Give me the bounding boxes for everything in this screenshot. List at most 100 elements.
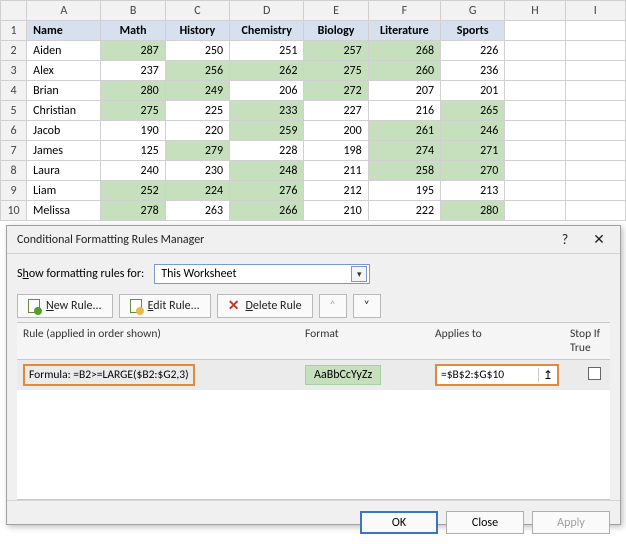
cell[interactable] xyxy=(505,181,565,201)
cell[interactable]: 210 xyxy=(304,201,368,221)
close-icon[interactable]: ✕ xyxy=(582,226,616,253)
cell[interactable]: Name xyxy=(27,21,101,41)
cell[interactable]: Math xyxy=(101,21,165,41)
cell[interactable]: Liam xyxy=(27,181,101,201)
apply-button[interactable]: Apply xyxy=(532,511,610,534)
cell[interactable]: Laura xyxy=(27,161,101,181)
cell[interactable] xyxy=(565,101,625,121)
cell[interactable]: 233 xyxy=(230,101,304,121)
cell[interactable]: 260 xyxy=(368,61,440,81)
cell[interactable] xyxy=(505,101,565,121)
move-up-button[interactable]: ˄ xyxy=(319,294,347,318)
cell[interactable]: 216 xyxy=(368,101,440,121)
col-E[interactable]: E xyxy=(304,1,368,21)
cell[interactable] xyxy=(565,181,625,201)
cell[interactable]: 246 xyxy=(441,121,505,141)
col-C[interactable]: C xyxy=(165,1,229,21)
row-header[interactable]: 9 xyxy=(1,181,27,201)
cell[interactable]: 272 xyxy=(304,81,368,101)
move-down-button[interactable]: ˅ xyxy=(353,294,381,318)
cell[interactable]: 270 xyxy=(441,161,505,181)
select-all-corner[interactable] xyxy=(1,1,27,21)
cell[interactable] xyxy=(505,41,565,61)
close-button[interactable]: Close xyxy=(446,511,524,534)
cell[interactable]: 226 xyxy=(441,41,505,61)
cell[interactable]: 279 xyxy=(165,141,229,161)
cell[interactable]: 125 xyxy=(101,141,165,161)
cell[interactable] xyxy=(565,161,625,181)
cell[interactable] xyxy=(505,161,565,181)
cell[interactable]: 225 xyxy=(165,101,229,121)
cell[interactable]: 274 xyxy=(368,141,440,161)
cell[interactable]: 227 xyxy=(304,101,368,121)
delete-rule-button[interactable]: ✕ Delete Rule xyxy=(217,294,313,318)
cell[interactable]: 278 xyxy=(101,201,165,221)
cell[interactable]: Christian xyxy=(27,101,101,121)
cell[interactable] xyxy=(565,201,625,221)
cell[interactable]: 256 xyxy=(165,61,229,81)
cell[interactable]: 266 xyxy=(230,201,304,221)
cell[interactable]: 240 xyxy=(101,161,165,181)
cell[interactable]: 190 xyxy=(101,121,165,141)
row-header[interactable]: 7 xyxy=(1,141,27,161)
cell[interactable] xyxy=(505,141,565,161)
edit-rule-button[interactable]: Edit Rule... xyxy=(119,294,211,318)
cell[interactable]: 280 xyxy=(441,201,505,221)
scope-select[interactable]: This Worksheet ▾ xyxy=(154,264,370,284)
cell[interactable]: 211 xyxy=(304,161,368,181)
cell[interactable]: Alex xyxy=(27,61,101,81)
col-D[interactable]: D xyxy=(230,1,304,21)
range-picker-icon[interactable]: ↥ xyxy=(539,368,557,383)
row-header[interactable]: 3 xyxy=(1,61,27,81)
row-header[interactable]: 2 xyxy=(1,41,27,61)
cell[interactable]: 287 xyxy=(101,41,165,61)
cell[interactable]: 248 xyxy=(230,161,304,181)
cell[interactable]: 265 xyxy=(441,101,505,121)
col-A[interactable]: A xyxy=(27,1,101,21)
cell[interactable]: 276 xyxy=(230,181,304,201)
cell[interactable]: 268 xyxy=(368,41,440,61)
cell[interactable]: James xyxy=(27,141,101,161)
cell[interactable]: 258 xyxy=(368,161,440,181)
cell[interactable]: Aiden xyxy=(27,41,101,61)
cell[interactable]: 220 xyxy=(165,121,229,141)
cell[interactable] xyxy=(565,41,625,61)
cell[interactable]: Jacob xyxy=(27,121,101,141)
help-button[interactable]: ? xyxy=(548,226,582,253)
stop-if-true-checkbox[interactable] xyxy=(588,367,601,380)
cell[interactable] xyxy=(565,61,625,81)
cell[interactable] xyxy=(505,61,565,81)
cell[interactable]: 251 xyxy=(230,41,304,61)
cell[interactable]: 230 xyxy=(165,161,229,181)
col-F[interactable]: F xyxy=(368,1,440,21)
cell[interactable] xyxy=(565,141,625,161)
cell[interactable]: 275 xyxy=(101,101,165,121)
cell[interactable]: Sports xyxy=(441,21,505,41)
col-I[interactable]: I xyxy=(565,1,625,21)
cell[interactable] xyxy=(565,121,625,141)
cell[interactable]: 224 xyxy=(165,181,229,201)
cell[interactable]: Melissa xyxy=(27,201,101,221)
cell[interactable]: 198 xyxy=(304,141,368,161)
row-header[interactable]: 6 xyxy=(1,121,27,141)
cell[interactable]: 195 xyxy=(368,181,440,201)
cell[interactable]: 250 xyxy=(165,41,229,61)
cell[interactable]: 262 xyxy=(230,61,304,81)
cell[interactable]: 236 xyxy=(441,61,505,81)
cell[interactable]: 201 xyxy=(441,81,505,101)
cell[interactable]: 259 xyxy=(230,121,304,141)
cell[interactable]: Brian xyxy=(27,81,101,101)
applies-to-input[interactable]: =$B$2:$G$10 ↥ xyxy=(435,364,559,386)
cell[interactable]: Biology xyxy=(304,21,368,41)
ok-button[interactable]: OK xyxy=(360,511,438,534)
cell[interactable]: 207 xyxy=(368,81,440,101)
new-rule-button[interactable]: New Rule... xyxy=(17,294,113,318)
col-G[interactable]: G xyxy=(441,1,505,21)
cell[interactable]: 271 xyxy=(441,141,505,161)
row-header[interactable]: 5 xyxy=(1,101,27,121)
cell[interactable]: 200 xyxy=(304,121,368,141)
cell[interactable] xyxy=(505,21,565,41)
cell[interactable]: 263 xyxy=(165,201,229,221)
cell[interactable]: Chemistry xyxy=(230,21,304,41)
cell[interactable]: 228 xyxy=(230,141,304,161)
